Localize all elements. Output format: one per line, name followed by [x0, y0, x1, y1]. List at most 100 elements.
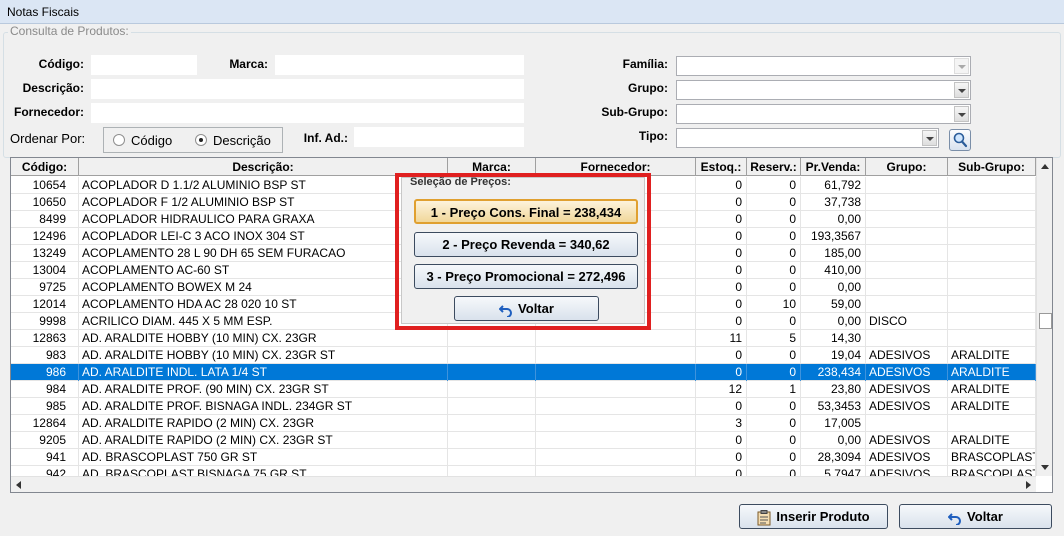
- cell-codigo: 13004: [11, 262, 79, 279]
- cell-descricao: ACOPLADOR D 1.1/2 ALUMINIO BSP ST: [79, 177, 448, 194]
- undo-icon: [499, 304, 513, 317]
- cell-codigo: 10650: [11, 194, 79, 211]
- horizontal-scrollbar[interactable]: [11, 476, 1036, 492]
- back-button[interactable]: Voltar: [899, 504, 1052, 529]
- cell-grupo: [866, 262, 948, 279]
- col-grupo[interactable]: Grupo:: [866, 158, 948, 176]
- insert-product-label: Inserir Produto: [776, 509, 870, 524]
- cell-estoque: 0: [696, 194, 747, 211]
- col-preco-venda[interactable]: Pr.Venda:: [801, 158, 866, 176]
- table-row[interactable]: 985 AD. ARALDITE PROF. BISNAGA INDL. 234G…: [11, 398, 1036, 415]
- search-button[interactable]: [949, 129, 971, 151]
- codigo-label: Código:: [38, 57, 84, 71]
- clipboard-icon: [757, 509, 771, 526]
- grupo-combo[interactable]: [676, 80, 971, 100]
- scroll-left-icon[interactable]: [11, 477, 28, 492]
- cell-grupo: [866, 330, 948, 347]
- cell-reserva: 0: [747, 211, 801, 228]
- table-row[interactable]: 9205 AD. ARALDITE RAPIDO (2 MIN) CX. 23GR…: [11, 432, 1036, 449]
- cell-descricao: ACOPLADOR LEI-C 3 ACO INOX 304 ST: [79, 228, 448, 245]
- cell-descricao: AD. ARALDITE HOBBY (10 MIN) CX. 23GR ST: [79, 347, 448, 364]
- table-row[interactable]: 12864 AD. ARALDITE RAPIDO (2 MIN) CX. 23G…: [11, 415, 1036, 432]
- infad-input[interactable]: [354, 127, 524, 147]
- cell-preco: 53,3453: [801, 398, 866, 415]
- col-descricao[interactable]: Descrição:: [79, 158, 448, 176]
- cell-fornecedor: [536, 330, 696, 347]
- marca-input[interactable]: [275, 55, 524, 75]
- cell-preco: 23,80: [801, 381, 866, 398]
- cell-fornecedor: [536, 415, 696, 432]
- cell-grupo: [866, 296, 948, 313]
- cell-descricao: AD. ARALDITE RAPIDO (2 MIN) CX. 23GR: [79, 415, 448, 432]
- chevron-down-icon[interactable]: [954, 106, 969, 122]
- cell-fornecedor: [536, 364, 696, 381]
- cell-grupo: [866, 245, 948, 262]
- cell-reserva: 0: [747, 279, 801, 296]
- scroll-right-icon[interactable]: [1019, 477, 1036, 492]
- cell-grupo: ADESIVOS: [866, 398, 948, 415]
- familia-combo[interactable]: [676, 56, 971, 76]
- scroll-thumb[interactable]: [1039, 313, 1052, 329]
- insert-product-button[interactable]: Inserir Produto: [739, 504, 888, 529]
- cell-descricao: AD. ARALDITE RAPIDO (2 MIN) CX. 23GR ST: [79, 432, 448, 449]
- radio-codigo-label[interactable]: Código: [131, 133, 172, 148]
- table-row[interactable]: 984 AD. ARALDITE PROF. (90 MIN) CX. 23GR …: [11, 381, 1036, 398]
- price-dialog-title: Seleção de Preços:: [410, 176, 511, 188]
- cell-preco: 238,434: [801, 364, 866, 381]
- radio-descricao-label[interactable]: Descrição: [213, 133, 271, 148]
- chevron-down-icon[interactable]: [922, 130, 937, 146]
- cell-descricao: ACOPLAMENTO BOWEX M 24: [79, 279, 448, 296]
- cell-grupo: DISCO: [866, 313, 948, 330]
- cell-codigo: 9998: [11, 313, 79, 330]
- cell-preco: 0,00: [801, 211, 866, 228]
- price-final-button[interactable]: 1 - Preço Cons. Final = 238,434: [414, 199, 638, 224]
- scroll-up-icon[interactable]: [1037, 158, 1052, 175]
- cell-subgrupo: ARALDITE: [948, 432, 1036, 449]
- cell-descricao: AD. ARALDITE PROF. BISNAGA INDL. 234GR S…: [79, 398, 448, 415]
- cell-grupo: [866, 228, 948, 245]
- price-promocional-button[interactable]: 3 - Preço Promocional = 272,496: [414, 264, 638, 289]
- cell-grupo: [866, 211, 948, 228]
- cell-grupo: [866, 194, 948, 211]
- chevron-down-icon[interactable]: [954, 58, 969, 74]
- cell-preco: 17,005: [801, 415, 866, 432]
- cell-codigo: 12014: [11, 296, 79, 313]
- table-row[interactable]: 12863 AD. ARALDITE HOBBY (10 MIN) CX. 23G…: [11, 330, 1036, 347]
- cell-grupo: [866, 279, 948, 296]
- cell-estoque: 0: [696, 279, 747, 296]
- radio-descricao[interactable]: [195, 134, 207, 146]
- vertical-scrollbar[interactable]: [1036, 158, 1052, 476]
- tipo-combo[interactable]: [676, 128, 939, 148]
- cell-preco: 61,792: [801, 177, 866, 194]
- window-title: Notas Fiscais: [7, 5, 80, 19]
- cell-reserva: 0: [747, 245, 801, 262]
- fornecedor-input[interactable]: [91, 103, 524, 123]
- cell-estoque: 0: [696, 449, 747, 466]
- chevron-down-icon[interactable]: [954, 82, 969, 98]
- cell-subgrupo: BRASCOPLAST: [948, 449, 1036, 466]
- marca-label: Marca:: [229, 57, 268, 71]
- fornecedor-label: Fornecedor:: [13, 105, 84, 119]
- col-reserva[interactable]: Reserv.:: [747, 158, 801, 176]
- popup-back-button[interactable]: Voltar: [454, 296, 599, 321]
- price-revenda-button[interactable]: 2 - Preço Revenda = 340,62: [414, 232, 638, 257]
- table-row[interactable]: 983 AD. ARALDITE HOBBY (10 MIN) CX. 23GR …: [11, 347, 1036, 364]
- codigo-input[interactable]: [91, 55, 197, 75]
- cell-codigo: 12864: [11, 415, 79, 432]
- cell-grupo: ADESIVOS: [866, 449, 948, 466]
- cell-estoque: 0: [696, 347, 747, 364]
- table-row[interactable]: 941 AD. BRASCOPLAST 750 GR ST 0 0 28,3094 ADE…: [11, 449, 1036, 466]
- cell-codigo: 12496: [11, 228, 79, 245]
- cell-reserva: 0: [747, 398, 801, 415]
- col-estoque[interactable]: Estoq.:: [696, 158, 747, 176]
- subgrupo-combo[interactable]: [676, 104, 971, 124]
- descricao-input[interactable]: [91, 79, 524, 99]
- cell-fornecedor: [536, 381, 696, 398]
- cell-preco: 28,3094: [801, 449, 866, 466]
- cell-reserva: 0: [747, 347, 801, 364]
- radio-codigo[interactable]: [113, 134, 125, 146]
- scroll-down-icon[interactable]: [1037, 459, 1052, 476]
- table-row[interactable]: 986 AD. ARALDITE INDL. LATA 1/4 ST 0 0 238,4…: [11, 364, 1036, 381]
- col-codigo[interactable]: Código:: [11, 158, 79, 176]
- col-subgrupo[interactable]: Sub-Grupo:: [948, 158, 1036, 176]
